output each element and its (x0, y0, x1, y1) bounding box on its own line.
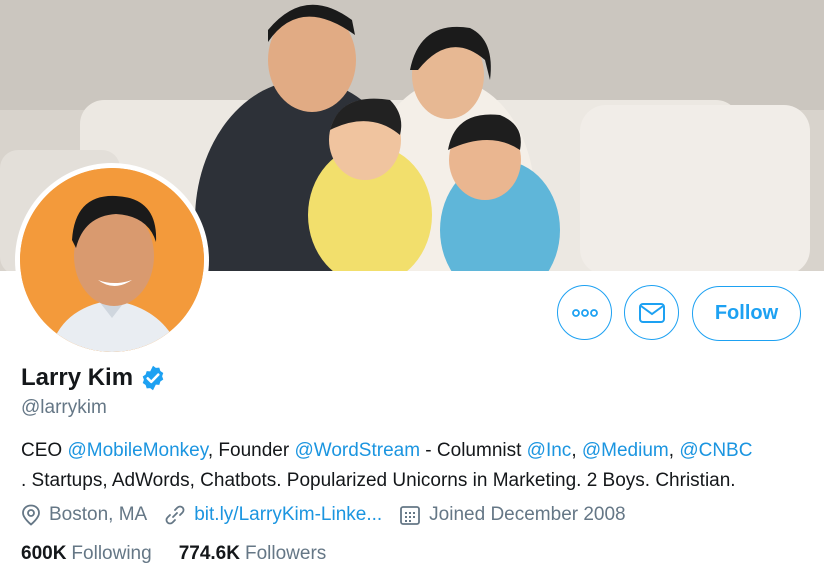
joined-text: Joined December 2008 (429, 504, 626, 525)
profile-location: Boston, MA (21, 504, 147, 526)
mention-link[interactable]: @MobileMonkey (67, 440, 207, 461)
following-stat[interactable]: 600K Following (21, 543, 152, 565)
profile-website: bit.ly/LarryKim-Linke... (164, 504, 382, 526)
profile-name-row: Larry Kim (21, 364, 167, 392)
bio-text: , (668, 440, 680, 461)
mention-link[interactable]: @CNBC (679, 440, 752, 461)
link-icon (165, 505, 185, 525)
followers-stat[interactable]: 774.6K Followers (179, 543, 327, 565)
followers-count: 774.6K (178, 543, 240, 564)
website-link[interactable]: bit.ly/LarryKim-Linke... (194, 504, 382, 526)
mail-icon (638, 302, 665, 323)
location-icon (22, 504, 40, 526)
following-count: 600K (21, 543, 67, 564)
avatar-photo (20, 168, 204, 352)
profile-name: Larry Kim (21, 364, 134, 391)
bio-text: - Columnist (420, 440, 527, 461)
calendar-icon (400, 506, 421, 525)
profile-handle: @larrykim (21, 397, 107, 418)
profile-bio: CEO @MobileMonkey, Founder @WordStream -… (21, 436, 811, 496)
avatar[interactable] (15, 163, 209, 357)
profile-stats: 600K Following 774.6K Followers (21, 543, 353, 565)
bio-text: CEO (21, 440, 68, 461)
mention-link[interactable]: @WordStream (294, 440, 420, 461)
more-icon (571, 308, 598, 317)
bio-text: . Startups, AdWords, Chatbots. Populariz… (21, 470, 736, 491)
profile-joined: Joined December 2008 (399, 504, 626, 526)
more-options-button[interactable] (557, 285, 612, 340)
profile-meta: Boston, MA bit.ly/LarryKim-Linke... Join… (21, 504, 643, 526)
verified-badge-icon (142, 365, 164, 391)
bio-text: , Founder (207, 440, 295, 461)
location-text: Boston, MA (49, 504, 148, 525)
followers-label: Followers (244, 543, 327, 564)
following-label: Following (71, 543, 152, 564)
message-button[interactable] (624, 285, 679, 340)
bio-text: , (571, 440, 582, 461)
mention-link[interactable]: @Inc (527, 440, 572, 461)
mention-link[interactable]: @Medium (582, 440, 669, 461)
follow-button[interactable]: Follow (692, 286, 801, 341)
